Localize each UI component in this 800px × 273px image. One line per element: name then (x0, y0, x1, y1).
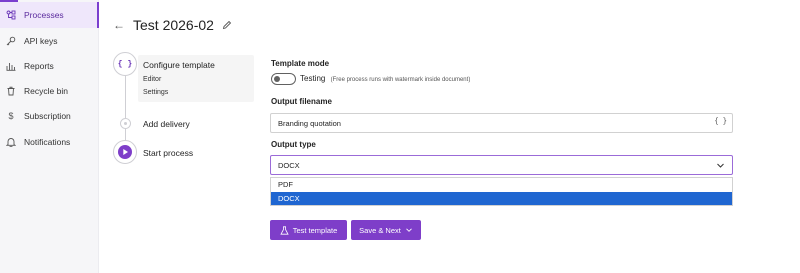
trash-icon (4, 86, 18, 96)
code-braces-icon: { } (113, 52, 137, 76)
save-next-label: Save & Next (359, 225, 401, 235)
edit-pencil-icon[interactable] (222, 20, 232, 30)
output-type-dropdown: PDF DOCX (270, 177, 733, 206)
output-type-label: Output type (271, 140, 316, 149)
processes-icon (4, 10, 18, 20)
testing-toggle[interactable] (271, 73, 296, 85)
sidebar-item-label: Subscription (24, 111, 71, 121)
output-filename-value: Branding quotation (278, 118, 341, 128)
sidebar-item-label: Reports (24, 61, 54, 71)
step-sub-editor[interactable]: Editor (143, 76, 161, 83)
flask-icon (280, 225, 289, 235)
bell-icon (4, 137, 18, 147)
sidebar-item-subscription[interactable]: $ Subscription (0, 103, 98, 129)
option-pdf[interactable]: PDF (271, 178, 732, 191)
sidebar-item-reports[interactable]: Reports (0, 53, 98, 79)
sidebar-item-notifications[interactable]: Notifications (0, 129, 98, 155)
step-configure-template[interactable]: Configure template (143, 60, 215, 70)
output-filename-label: Output filename (271, 97, 332, 106)
play-icon (113, 140, 137, 164)
dollar-icon: $ (8, 111, 14, 121)
step-start-process[interactable]: Start process (143, 148, 193, 158)
chart-icon (4, 61, 18, 71)
output-type-value: DOCX (278, 160, 300, 170)
chevron-down-icon (716, 161, 725, 170)
sidebar-item-recycle-bin[interactable]: Recycle bin (0, 78, 98, 104)
testing-note: (Free process runs with watermark inside… (330, 77, 471, 83)
option-docx[interactable]: DOCX (271, 192, 732, 205)
page-title: Test 2026-02 (133, 17, 214, 33)
sidebar-item-label: API keys (24, 36, 58, 46)
save-next-button[interactable]: Save & Next (351, 220, 421, 240)
step-add-delivery[interactable]: Add delivery (143, 119, 190, 129)
toggle-text: Testing (Free process runs with watermar… (300, 74, 470, 83)
sidebar-item-label: Notifications (24, 137, 71, 147)
variable-braces-icon[interactable]: { } (714, 118, 727, 126)
template-mode-label: Template mode (271, 59, 330, 68)
back-arrow-icon[interactable]: ← (113, 18, 125, 32)
key-icon (4, 36, 18, 46)
test-template-button[interactable]: Test template (270, 220, 347, 240)
output-type-select[interactable]: DOCX (270, 155, 733, 175)
stepper-line (125, 75, 126, 147)
sidebar-item-processes[interactable]: Processes (0, 2, 99, 28)
step-dot-icon (120, 118, 131, 129)
sidebar-item-label: Recycle bin (24, 86, 68, 96)
sidebar-item-api-keys[interactable]: API keys (0, 28, 98, 54)
testing-label: Testing (300, 74, 326, 83)
output-filename-input[interactable]: Branding quotation { } (270, 113, 733, 133)
sidebar: Processes API keys Reports Recycle bin $… (0, 0, 99, 273)
chevron-down-icon (405, 226, 413, 234)
step-sub-settings[interactable]: Settings (143, 89, 168, 96)
test-template-label: Test template (292, 225, 338, 235)
sidebar-item-label: Processes (24, 10, 64, 20)
page-header: ← Test 2026-02 (113, 17, 232, 33)
